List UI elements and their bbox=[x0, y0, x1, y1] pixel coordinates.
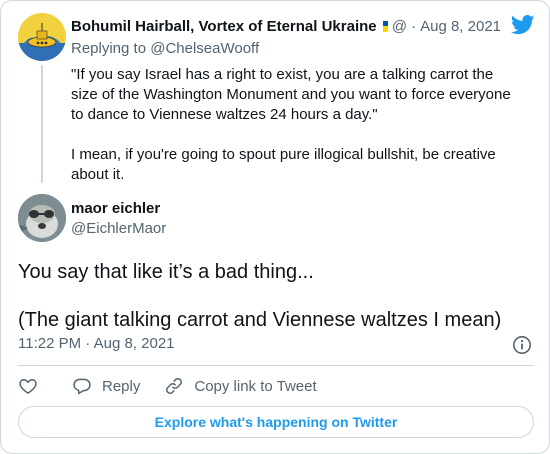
parent-tweet-header: Bohumil Hairball, Vortex of Eternal Ukra… bbox=[71, 16, 501, 36]
main-avatar[interactable] bbox=[18, 194, 66, 242]
tweet-actions: Reply Copy link to Tweet bbox=[18, 375, 317, 397]
tweet-date: Aug 8, 2021 bbox=[93, 335, 175, 352]
ukraine-flag-icon bbox=[382, 20, 388, 32]
parent-author-handle[interactable]: @ bbox=[392, 18, 407, 35]
main-tweet-paragraph: (The giant talking carrot and Viennese w… bbox=[18, 309, 502, 331]
tweet-time: 11:22 PM bbox=[18, 335, 82, 352]
reply-label: Reply bbox=[102, 377, 141, 395]
copy-link-button[interactable]: Copy link to Tweet bbox=[164, 376, 317, 396]
parent-tweet-text: "If you say Israel has a right to exist,… bbox=[71, 65, 521, 185]
separator-dot: · bbox=[85, 335, 91, 352]
twitter-bird-icon[interactable] bbox=[511, 15, 535, 35]
explore-twitter-button[interactable]: Explore what's happening on Twitter bbox=[18, 406, 534, 438]
tweet-timestamp[interactable]: 11:22 PM · Aug 8, 2021 bbox=[18, 335, 175, 352]
heart-icon bbox=[19, 379, 37, 394]
reply-button[interactable]: Reply bbox=[72, 376, 140, 396]
link-icon bbox=[166, 378, 183, 394]
tweet-embed-card: Bohumil Hairball, Vortex of Eternal Ukra… bbox=[0, 0, 550, 454]
replying-to-line: Replying to @ChelseaWooff bbox=[71, 40, 259, 57]
main-author-name[interactable]: maor eichler bbox=[71, 200, 160, 217]
main-tweet-text: You say that like it’s a bad thing... (T… bbox=[18, 258, 533, 334]
main-avatar-image bbox=[18, 194, 66, 242]
like-button[interactable] bbox=[18, 376, 38, 396]
replying-prefix: Replying to bbox=[71, 40, 147, 57]
parent-avatar-image bbox=[18, 13, 66, 61]
main-tweet-paragraph: You say that like it’s a bad thing... bbox=[18, 261, 314, 283]
speech-bubble-icon bbox=[73, 378, 91, 395]
parent-avatar[interactable] bbox=[18, 13, 66, 61]
divider bbox=[18, 365, 534, 366]
separator-dot: · bbox=[411, 17, 417, 35]
parent-tweet-date[interactable]: Aug 8, 2021 bbox=[420, 18, 501, 35]
parent-tweet-paragraph: I mean, if you're going to spout pure il… bbox=[71, 146, 496, 183]
info-icon[interactable] bbox=[512, 335, 532, 355]
main-author-handle[interactable]: @EichlerMaor bbox=[71, 220, 166, 237]
copy-link-label: Copy link to Tweet bbox=[194, 377, 317, 395]
parent-tweet-paragraph: "If you say Israel has a right to exist,… bbox=[71, 66, 511, 123]
thread-connector-line bbox=[41, 65, 43, 183]
replying-to-handle[interactable]: @ChelseaWooff bbox=[150, 40, 259, 57]
parent-author-name[interactable]: Bohumil Hairball, Vortex of Eternal Ukra… bbox=[71, 18, 377, 35]
